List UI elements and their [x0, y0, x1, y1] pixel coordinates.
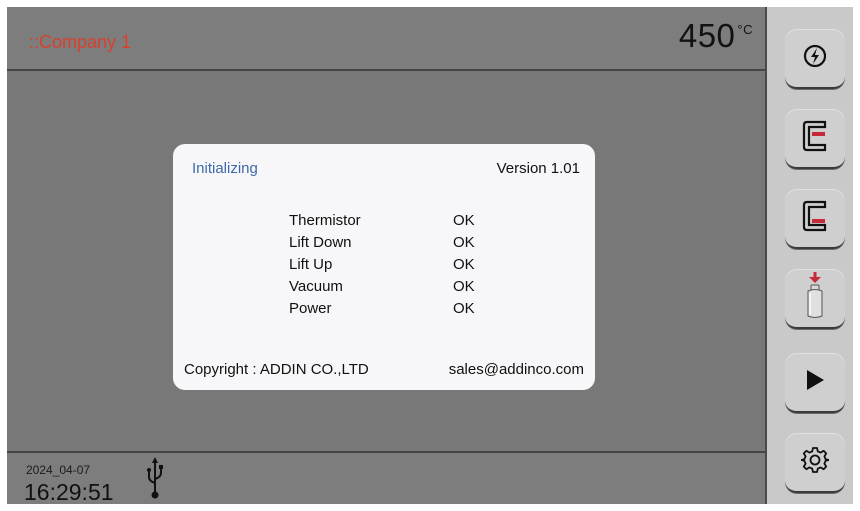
- check-row-vacuum: Vacuum OK: [289, 278, 509, 300]
- device-screen: ::Company 1 450 °C Initializing Version 1…: [7, 7, 853, 504]
- company-name: ::Company 1: [29, 32, 132, 52]
- check-list: Thermistor OK Lift Down OK Lift Up OK Va…: [289, 212, 509, 322]
- header-bar: ::Company 1 450 °C: [7, 7, 765, 71]
- copyright-text: Copyright : ADDIN CO.,LTD: [184, 361, 369, 378]
- check-row-power: Power OK: [289, 300, 509, 322]
- version-label: Version 1.01: [496, 160, 580, 177]
- dialog-title: Initializing: [192, 160, 258, 177]
- clock-display: 16:29:51: [24, 479, 114, 504]
- check-row-thermistor: Thermistor OK: [289, 212, 509, 234]
- lift-up-button[interactable]: [785, 109, 845, 169]
- lift-up-icon: [801, 119, 829, 158]
- power-button[interactable]: [785, 29, 845, 89]
- temperature-readout: 450 °C: [679, 17, 753, 55]
- sidebar: [767, 7, 853, 504]
- check-status: OK: [453, 212, 475, 229]
- temperature-value: 450: [678, 17, 736, 54]
- check-name: Lift Down: [289, 234, 352, 251]
- main-area: ::Company 1 450 °C Initializing Version 1…: [7, 7, 765, 504]
- initializing-dialog: Initializing Version 1.01 Thermistor OK …: [173, 144, 595, 390]
- check-status: OK: [453, 278, 475, 295]
- check-row-lift-down: Lift Down OK: [289, 234, 509, 256]
- lift-down-button[interactable]: [785, 189, 845, 249]
- check-status: OK: [453, 300, 475, 317]
- gear-icon: [800, 446, 830, 479]
- vacuum-bottle-icon: [801, 271, 829, 326]
- check-status: OK: [453, 234, 475, 251]
- start-button[interactable]: [785, 353, 845, 413]
- check-name: Lift Up: [289, 256, 333, 273]
- status-bar: 2024_04-07 16:29:51: [7, 451, 765, 504]
- check-name: Thermistor: [289, 212, 361, 229]
- contact-email: sales@addinco.com: [448, 361, 584, 378]
- check-name: Vacuum: [289, 278, 343, 295]
- play-icon: [804, 368, 826, 397]
- check-status: OK: [453, 256, 475, 273]
- date-display: 2024_04-07: [26, 463, 91, 477]
- check-row-lift-up: Lift Up OK: [289, 256, 509, 278]
- usb-icon: [145, 457, 165, 504]
- temperature-unit: °C: [737, 22, 753, 37]
- check-name: Power: [289, 300, 332, 317]
- vacuum-button[interactable]: [785, 269, 845, 329]
- power-icon: [802, 43, 828, 74]
- lift-down-icon: [801, 199, 829, 238]
- settings-button[interactable]: [785, 433, 845, 493]
